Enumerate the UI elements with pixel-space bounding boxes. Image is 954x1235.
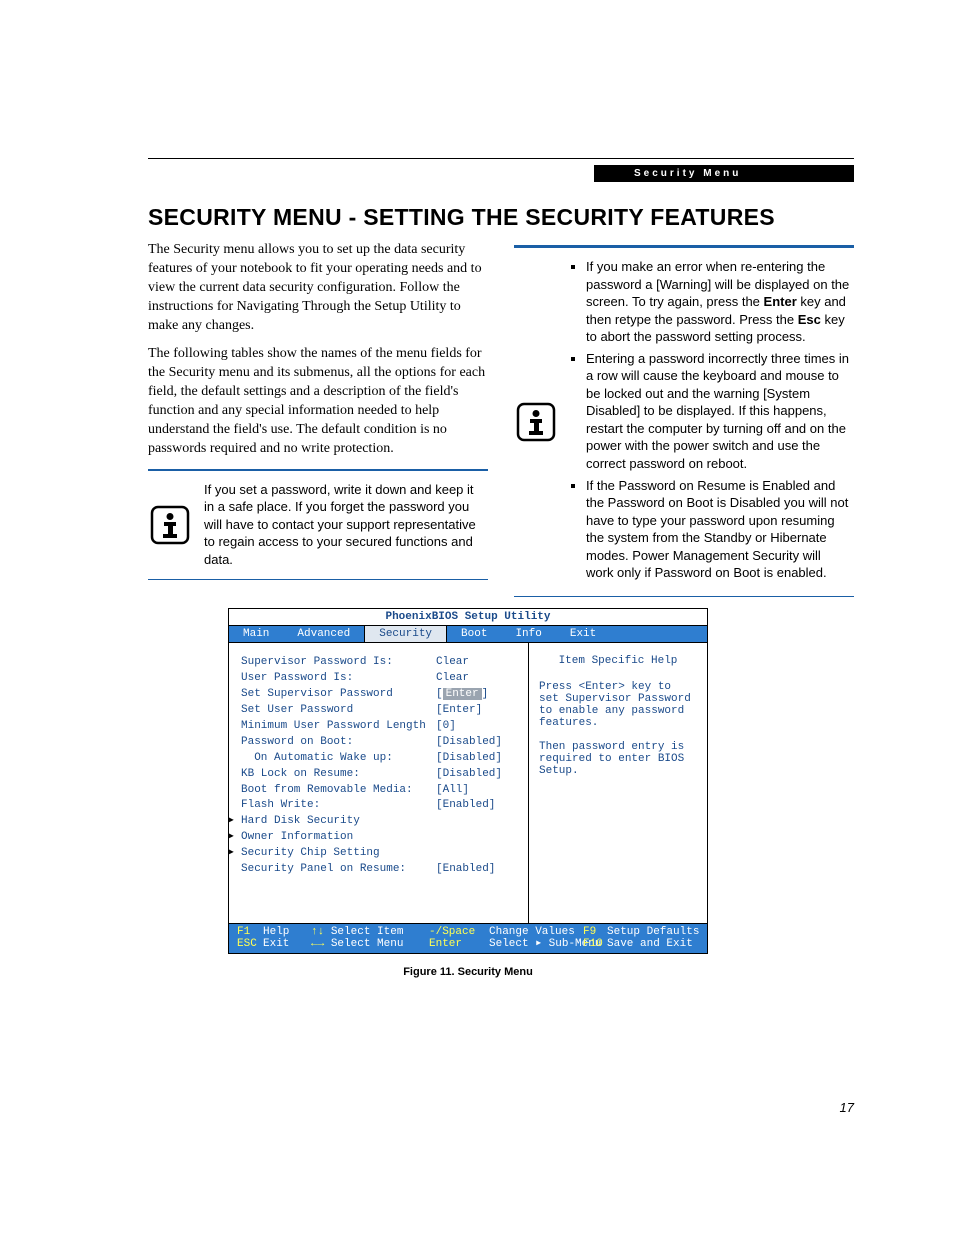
page-number: 17	[840, 1100, 854, 1115]
bios-setting-label: Owner Information	[241, 830, 436, 846]
bios-setting-value: [0]	[436, 719, 456, 735]
bios-setting-row[interactable]: On Automatic Wake up:[Disabled]	[241, 751, 522, 767]
bios-setting-value: [Enabled]	[436, 862, 495, 878]
info-icon	[514, 402, 558, 442]
bios-setting-row[interactable]: Boot from Removable Media:[All]	[241, 783, 522, 799]
intro-paragraph-2: The following tables show the names of t…	[148, 345, 488, 458]
bios-tab-info[interactable]: Info	[501, 626, 555, 642]
bios-setting-label: Security Panel on Resume:	[241, 862, 436, 878]
bios-tabs: Main Advanced Security Boot Info Exit	[229, 626, 707, 643]
info-icon	[148, 505, 192, 545]
bios-setting-value: Clear	[436, 671, 469, 687]
bios-setting-row[interactable]: Security Chip Setting	[241, 846, 522, 862]
bios-setting-row[interactable]: Flash Write:[Enabled]	[241, 798, 522, 814]
bios-setup-screenshot: PhoenixBIOS Setup Utility Main Advanced …	[228, 608, 708, 954]
bios-window-title: PhoenixBIOS Setup Utility	[229, 609, 707, 626]
bios-setting-row[interactable]: Security Panel on Resume:[Enabled]	[241, 862, 522, 878]
bios-setting-row[interactable]: Set User Password[Enter]	[241, 703, 522, 719]
bios-setting-label: KB Lock on Resume:	[241, 767, 436, 783]
bios-setting-row[interactable]: Set Supervisor Password[Enter]	[241, 687, 522, 703]
note-2-bullet-3: If the Password on Resume is Enabled and…	[586, 477, 850, 582]
note-2-bullet-2: Entering a password incorrectly three ti…	[586, 350, 850, 473]
bios-setting-value: [Disabled]	[436, 735, 502, 751]
bios-setting-value: [Disabled]	[436, 767, 502, 783]
bios-setting-row[interactable]: Owner Information	[241, 830, 522, 846]
bios-setting-label: On Automatic Wake up:	[241, 751, 436, 767]
bios-setting-label: Set Supervisor Password	[241, 687, 436, 703]
right-column: If you make an error when re-entering th…	[514, 241, 854, 597]
bios-tab-boot[interactable]: Boot	[447, 626, 501, 642]
horizontal-rule-top	[148, 158, 854, 159]
bios-setting-row[interactable]: Hard Disk Security	[241, 814, 522, 830]
note-2-bullet-1: If you make an error when re-entering th…	[586, 258, 850, 346]
bios-tab-advanced[interactable]: Advanced	[283, 626, 364, 642]
bios-setting-label: User Password Is:	[241, 671, 436, 687]
bios-setting-row[interactable]: Password on Boot:[Disabled]	[241, 735, 522, 751]
bios-help-panel: Item Specific Help Press <Enter> key to …	[529, 643, 707, 923]
bios-setting-value: Clear	[436, 655, 469, 671]
bios-setting-label: Security Chip Setting	[241, 846, 436, 862]
bios-main-panel: Supervisor Password Is:ClearUser Passwor…	[229, 643, 529, 923]
bios-setting-value: [All]	[436, 783, 469, 799]
bios-tab-security[interactable]: Security	[364, 626, 447, 642]
bios-setting-value: [Enter]	[436, 687, 488, 703]
bios-help-text-1: Press <Enter> key to set Supervisor Pass…	[539, 681, 697, 729]
bios-setting-row[interactable]: User Password Is:Clear	[241, 671, 522, 687]
note-1-text: If you set a password, write it down and…	[204, 475, 488, 575]
bios-setting-label: Supervisor Password Is:	[241, 655, 436, 671]
intro-paragraph-1: The Security menu allows you to set up t…	[148, 241, 488, 335]
bios-setting-value: [Disabled]	[436, 751, 502, 767]
figure-caption: Figure 11. Security Menu	[228, 966, 708, 978]
note-box-1: If you set a password, write it down and…	[148, 469, 488, 580]
left-column: The Security menu allows you to set up t…	[148, 241, 488, 580]
bios-tab-main[interactable]: Main	[229, 626, 283, 642]
bios-help-text-2: Then password entry is required to enter…	[539, 741, 697, 777]
bios-footer: F1 Help ↑↓ Select Item -/Space Change Va…	[229, 923, 707, 953]
bios-setting-value: [Enter]	[436, 703, 482, 719]
bios-setting-label: Flash Write:	[241, 798, 436, 814]
page-title: SECURITY MENU - SETTING THE SECURITY FEA…	[148, 204, 854, 231]
bios-setting-row[interactable]: Minimum User Password Length[0]	[241, 719, 522, 735]
bios-help-title: Item Specific Help	[539, 655, 697, 667]
bios-setting-row[interactable]: Supervisor Password Is:Clear	[241, 655, 522, 671]
bios-tab-exit[interactable]: Exit	[556, 626, 610, 642]
bios-setting-value: [Enabled]	[436, 798, 495, 814]
bios-setting-row[interactable]: KB Lock on Resume:[Disabled]	[241, 767, 522, 783]
bios-setting-label: Hard Disk Security	[241, 814, 436, 830]
bios-setting-label: Set User Password	[241, 703, 436, 719]
bios-setting-label: Password on Boot:	[241, 735, 436, 751]
bios-setting-label: Boot from Removable Media:	[241, 783, 436, 799]
section-header-bar: Security Menu	[594, 165, 854, 182]
note-box-2: If you make an error when re-entering th…	[514, 245, 854, 597]
bios-setting-label: Minimum User Password Length	[241, 719, 436, 735]
